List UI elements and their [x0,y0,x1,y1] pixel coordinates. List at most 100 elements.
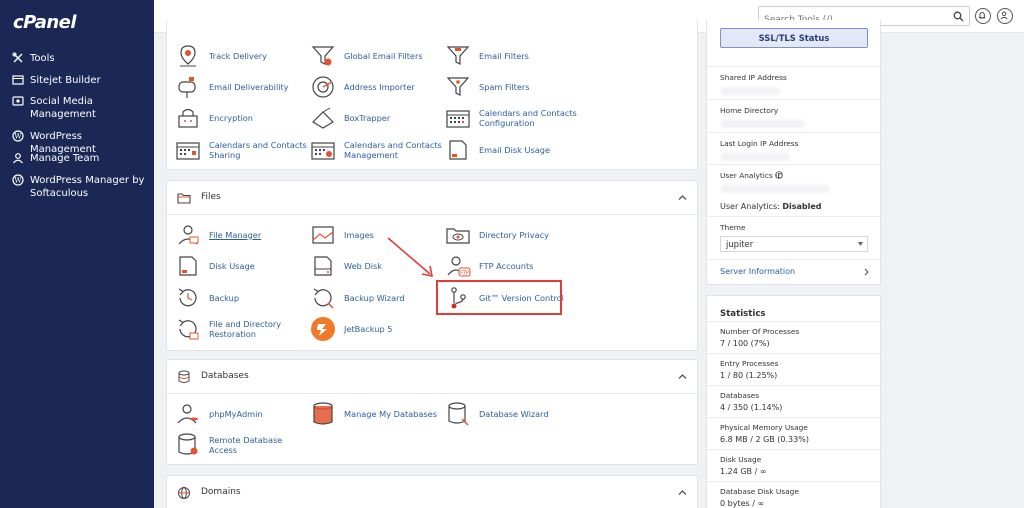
email-deliverability-item[interactable]: Email Deliverability [175,74,309,100]
user-analytics-row: User Analytics ID ? User Analytics: Disa… [707,165,882,217]
domains-panel: Domains [166,475,698,508]
item-label: Calendars and Contacts Management [344,139,442,161]
user-menu-button[interactable] [997,8,1013,24]
track-delivery-icon [180,45,196,67]
global-email-filters-item[interactable]: Global Email Filters [310,43,444,69]
shared-ip-label: Shared IP Address [720,73,787,82]
help-icon[interactable]: ? [775,171,783,179]
boxtrapper-item[interactable]: BoxTrapper [310,105,444,131]
domains-panel-header[interactable]: Domains [167,476,697,508]
directory-privacy-item[interactable]: Directory Privacy [445,222,579,248]
files-panel-header[interactable]: Files [167,181,697,215]
calendar-icon [176,142,200,160]
databases-panel: Databases phpMyAdmin Manage My Databases… [166,359,698,465]
search-icon[interactable] [953,11,964,22]
backup-wizard-item[interactable]: Backup Wizard [310,285,444,311]
chevron-right-icon [864,268,869,276]
sidebar-item-label: Tools [30,53,55,64]
database-wizard-item[interactable]: Database Wizard [445,401,579,427]
remote-database-access-item[interactable]: Remote Database Access [175,432,309,458]
cpanel-logo[interactable]: cPanel [13,12,77,33]
mailbox-icon [178,77,196,98]
file-restoration-item[interactable]: File and Directory Restoration [175,316,309,342]
restore-icon [178,319,199,340]
sidebar-item-label: Manage Team [30,153,100,164]
theme-label: Theme [720,223,746,232]
sidebar-item-manage-team[interactable]: Manage Team [12,152,150,165]
home-directory-label: Home Directory [720,106,779,115]
ftp-accounts-item[interactable]: FTP FTP Accounts [445,253,579,279]
calendars-contacts-management-item[interactable]: Calendars and Contacts Management [310,137,444,163]
server-information-link[interactable]: Server Information [720,267,795,276]
chevron-up-icon[interactable] [678,373,687,380]
database-icon [178,370,190,383]
item-label: Encryption [209,112,253,123]
sidebar-item-sitejet[interactable]: Sitejet Builder [12,74,150,87]
phpmyadmin-item[interactable]: phpMyAdmin [175,401,309,427]
shared-ip-row: Shared IP Address [707,67,882,100]
general-info-panel: SSL/TLS Status Shared IP Address Home Di… [706,20,882,285]
wordpress-icon: W [12,174,24,186]
sidebar-item-tools[interactable]: Tools [12,52,150,65]
sidebar-item-social-media[interactable]: Social Media Management [12,95,150,121]
tools-icon [12,52,23,63]
stat-value: 4 / 350 (1.14%) [720,403,783,412]
item-label: File Manager [209,229,262,240]
statistics-header [707,296,882,322]
backup-item[interactable]: Backup [175,285,309,311]
panel-title: Domains [201,487,241,497]
item-label: Email Deliverability [209,81,289,92]
address-importer-item[interactable]: Address Importer [310,74,444,100]
item-label: JetBackup 5 [344,323,393,334]
sidebar-item-label: Sitejet Builder [30,75,101,86]
item-label: Email Disk Usage [479,144,551,155]
home-directory-row: Home Directory [707,100,882,133]
svg-text:W: W [14,133,22,141]
email-filters-item[interactable]: Email Filters [445,43,579,69]
item-label: Email Filters [479,50,529,61]
disk-usage-item[interactable]: Disk Usage [175,253,309,279]
sidebar-item-label: Social Media Management [30,96,96,120]
chevron-up-icon[interactable] [678,489,687,496]
jetbackup-item[interactable]: JetBackup 5 [310,316,444,342]
email-disk-usage-item[interactable]: Email Disk Usage [445,137,579,163]
calendars-contacts-config-item[interactable]: Calendars and Contacts Configuration [445,105,579,131]
manage-databases-item[interactable]: Manage My Databases [310,401,444,427]
annotation-arrow-icon [387,237,434,278]
spam-filter-icon [446,77,470,96]
theme-select[interactable]: jupiter [720,236,868,252]
social-media-icon [12,96,24,106]
globe-icon [178,487,190,499]
server-information-row[interactable]: Server Information [707,260,882,285]
databases-panel-header[interactable]: Databases [167,360,697,394]
encryption-item[interactable]: Encryption [175,105,309,131]
stat-value: 1.24 GB / ∞ [720,467,767,476]
file-manager-item[interactable]: File Manager [175,222,309,248]
web-disk-icon [314,256,332,276]
track-delivery-item[interactable]: Track Delivery [175,43,309,69]
stat-label: Databases [720,391,760,400]
directory-privacy-icon [446,228,470,244]
wordpress-icon: W [12,130,24,142]
panel-title: Databases [201,371,249,381]
redacted-value [720,185,830,193]
item-label: File and Directory Restoration [209,318,282,340]
item-label: FTP Accounts [479,260,534,271]
chevron-up-icon[interactable] [678,194,687,201]
calendars-contacts-sharing-item[interactable]: Calendars and Contacts Sharing [175,137,309,163]
sidebar-item-wordpress-manager[interactable]: W WordPress Manager by Softaculous [12,174,150,200]
team-icon [13,153,23,164]
notifications-button[interactable] [975,8,991,24]
item-label: Calendars and Contacts Sharing [209,139,307,161]
disk-usage-icon [179,256,197,276]
caret-down-icon [858,242,863,246]
stat-value: 1 / 80 (1.25%) [720,371,778,380]
stat-row: Entry Processes 1 / 80 (1.25%) [707,354,882,386]
spam-filters-item[interactable]: Spam Filters [445,74,579,100]
sitejet-icon [12,75,24,85]
database-icon [313,402,333,425]
redacted-value [720,87,780,95]
item-label: Remote Database Access [209,434,283,456]
calendar-icon [311,142,335,160]
email-panel: Track Delivery Global Email Filters Emai… [166,20,698,170]
